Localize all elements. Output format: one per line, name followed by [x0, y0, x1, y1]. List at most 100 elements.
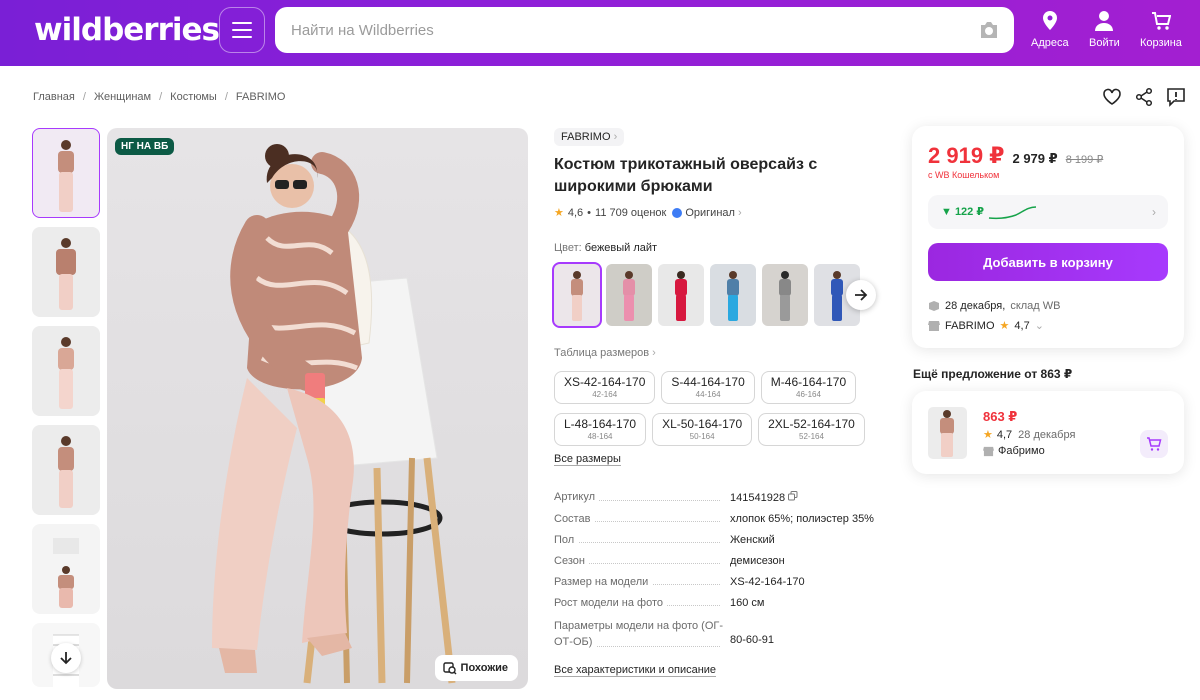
other-offer-card[interactable]: 863 ₽ ★ 4,7 28 декабря Фабримо	[912, 391, 1184, 474]
similar-label: Похожие	[460, 662, 508, 674]
camera-icon[interactable]	[978, 20, 1000, 40]
thumbnail[interactable]	[32, 326, 100, 416]
breadcrumb-item-suits[interactable]: Костюмы	[170, 91, 217, 103]
thumbnail-list	[32, 128, 100, 696]
cart-icon	[1151, 12, 1171, 30]
spec-value: Женский	[730, 534, 775, 546]
spec-value: XS-42-164-170	[730, 576, 805, 588]
product-photo-thumbnail	[56, 238, 76, 310]
size-options: XS-42-164-170 42-164 S-44-164-170 44-164 M…	[554, 371, 874, 446]
model-photo	[212, 144, 456, 684]
color-swatch[interactable]	[606, 264, 652, 326]
size-sub: 42-164	[592, 390, 618, 399]
thumbnail[interactable]	[32, 623, 100, 687]
shop-icon	[983, 446, 994, 456]
offer-date: 28 декабря	[1018, 428, 1076, 441]
size-option[interactable]: M-46-164-170 46-164	[760, 371, 857, 404]
seller-info[interactable]: FABRIMO ★ 4,7 ⌄	[928, 319, 1044, 332]
color-swatch[interactable]	[710, 264, 756, 326]
login-button[interactable]: Войти	[1089, 10, 1120, 49]
brand-link[interactable]: FABRIMO ›	[554, 128, 625, 146]
breadcrumb-item-women[interactable]: Женщинам	[94, 91, 151, 103]
price-history-button[interactable]: ▼ 122 ₽ ›	[928, 195, 1168, 229]
thumbnail[interactable]	[32, 425, 100, 515]
report-icon[interactable]	[1166, 87, 1186, 107]
size-option[interactable]: XL-50-164-170 50-164	[652, 413, 753, 446]
rating-row[interactable]: ★ 4,6 • 11 709 оценок Оригинал ›	[554, 206, 742, 220]
offer-thumbnail	[928, 407, 967, 459]
thumbnail[interactable]	[32, 524, 100, 614]
brand-name: FABRIMO	[561, 131, 611, 143]
size-sub: 52-164	[799, 432, 824, 441]
color-swatch[interactable]	[552, 262, 602, 328]
spec-value: 141541928	[730, 491, 798, 504]
size-option[interactable]: S-44-164-170 44-164	[661, 371, 755, 404]
breadcrumb-item-brand[interactable]: FABRIMO	[236, 91, 286, 103]
color-label: Цвет: бежевый лайт	[554, 242, 657, 254]
wildberries-logo[interactable]: wildberries	[34, 12, 220, 48]
specs-table: Артикул 141541928 Состав хлопок 65%; полиэ…	[554, 491, 894, 659]
size-option[interactable]: L-48-164-170 48-164	[554, 413, 647, 446]
size-sub: 50-164	[689, 432, 715, 441]
breadcrumb-item-home[interactable]: Главная	[33, 91, 75, 103]
arrow-right-icon	[855, 289, 868, 301]
top-header: wildberries Адреса Войти Корзина	[0, 0, 1200, 66]
similar-button[interactable]: Похожие	[434, 655, 518, 681]
main-product-image[interactable]: НГ НА ВБ Похожие	[107, 128, 528, 689]
breadcrumb-separator: /	[159, 91, 163, 103]
spec-key: Состав	[554, 513, 595, 525]
thumbnail[interactable]	[32, 128, 100, 218]
size-option[interactable]: XS-42-164-170 42-164	[554, 371, 656, 404]
spec-value: 80-60-91	[730, 634, 775, 646]
size-name: 2XL-52-164-170	[768, 417, 855, 431]
breadcrumb-separator: /	[224, 91, 228, 103]
heart-icon[interactable]	[1102, 87, 1122, 107]
original-badge[interactable]: Оригинал ›	[672, 207, 742, 219]
seller-name: FABRIMO	[945, 319, 995, 332]
color-swatches	[552, 262, 860, 328]
other-offer-title: Ещё предложение от 863 ₽	[913, 367, 1073, 381]
old-price: 8 199 ₽	[1065, 154, 1104, 166]
spec-key: Параметры модели на фото (ОГ-ОТ-ОБ)	[554, 620, 724, 648]
all-sizes-link[interactable]: Все размеры	[554, 453, 621, 466]
reviews-count: 11 709 оценок	[595, 206, 667, 219]
bullet-separator: •	[587, 206, 592, 219]
color-label-prefix: Цвет:	[554, 242, 582, 254]
product-photo-thumbnail	[58, 140, 74, 212]
copy-icon[interactable]	[788, 491, 798, 501]
offer-add-to-cart-button[interactable]	[1140, 430, 1168, 458]
spec-row: Размер на модели XS-42-164-170	[554, 576, 894, 588]
scroll-down-button[interactable]	[51, 643, 81, 673]
star-icon: ★	[999, 320, 1010, 332]
chevron-right-icon: ›	[613, 131, 618, 143]
cart-label: Корзина	[1140, 37, 1182, 49]
size-table-link[interactable]: Таблица размеров ›	[554, 347, 656, 359]
swatches-next-button[interactable]	[846, 280, 876, 310]
offer-rating-value: 4,7	[996, 428, 1013, 441]
all-specs-link[interactable]: Все характеристики и описание	[554, 664, 717, 677]
search-input[interactable]	[291, 7, 971, 53]
search-bar	[275, 7, 1014, 53]
add-to-cart-button[interactable]: Добавить в корзину	[928, 243, 1168, 281]
share-icon[interactable]	[1134, 87, 1154, 107]
size-option[interactable]: 2XL-52-164-170 52-164	[758, 413, 865, 446]
swatch-photo	[727, 271, 739, 321]
spec-key: Пол	[554, 534, 579, 546]
addresses-button[interactable]: Адреса	[1031, 10, 1069, 49]
spec-key: Размер на модели	[554, 576, 653, 588]
delivery-place: склад WB	[1010, 300, 1061, 312]
menu-button[interactable]	[219, 7, 265, 53]
cart-button[interactable]: Корзина	[1140, 10, 1182, 49]
delivery-info: 28 декабря, склад WB	[928, 300, 1060, 312]
size-name: XS-42-164-170	[564, 375, 646, 389]
article-number: 141541928	[730, 492, 786, 504]
box-icon	[929, 301, 939, 311]
chevron-right-icon: ›	[652, 347, 656, 359]
star-icon: ★	[983, 429, 993, 441]
thumbnail[interactable]	[32, 227, 100, 317]
spec-key: Рост модели на фото	[554, 597, 668, 609]
cart-icon	[1147, 437, 1162, 451]
color-swatch[interactable]	[762, 264, 808, 326]
color-swatch[interactable]	[658, 264, 704, 326]
spec-key: Артикул	[554, 491, 600, 503]
